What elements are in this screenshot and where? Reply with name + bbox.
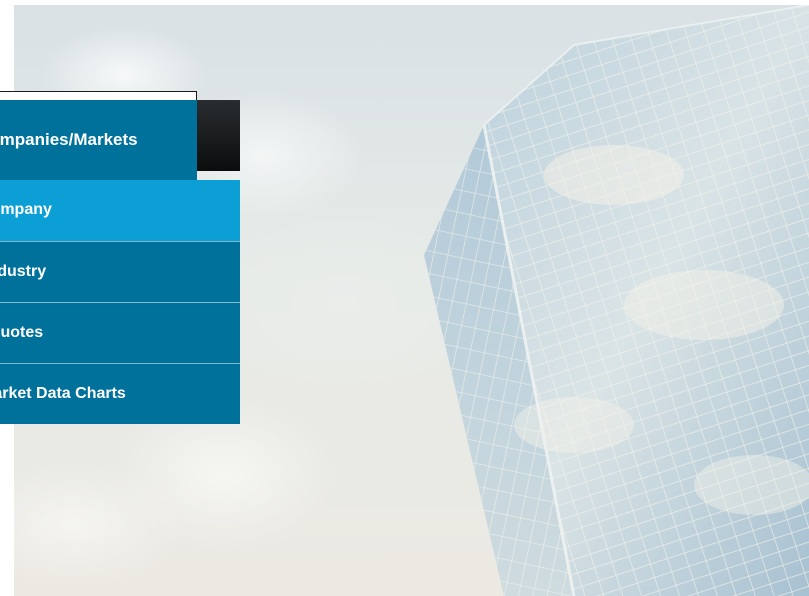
tab-companies-markets-label: Companies/Markets	[0, 130, 138, 149]
menu-item-label: Quotes	[0, 324, 44, 341]
menu-item-market-data-charts[interactable]: Market Data Charts	[0, 363, 240, 424]
menu-item-label: Market Data Charts	[0, 385, 126, 402]
menu-item-industry[interactable]: Industry	[0, 241, 240, 302]
page: Companies/Markets Company Industry Quote…	[0, 0, 809, 596]
menu-item-label: Company	[0, 201, 52, 218]
menu-items: Company Industry Quotes Market Data Char…	[0, 180, 240, 424]
menu-item-quotes[interactable]: Quotes	[0, 302, 240, 363]
companies-markets-menu: Companies/Markets Company Industry Quote…	[0, 91, 240, 424]
tab-companies-markets[interactable]: Companies/Markets	[0, 100, 197, 180]
menu-item-company[interactable]: Company	[0, 180, 240, 241]
menu-dark-strip	[197, 100, 240, 171]
menu-item-label: Industry	[0, 263, 47, 280]
